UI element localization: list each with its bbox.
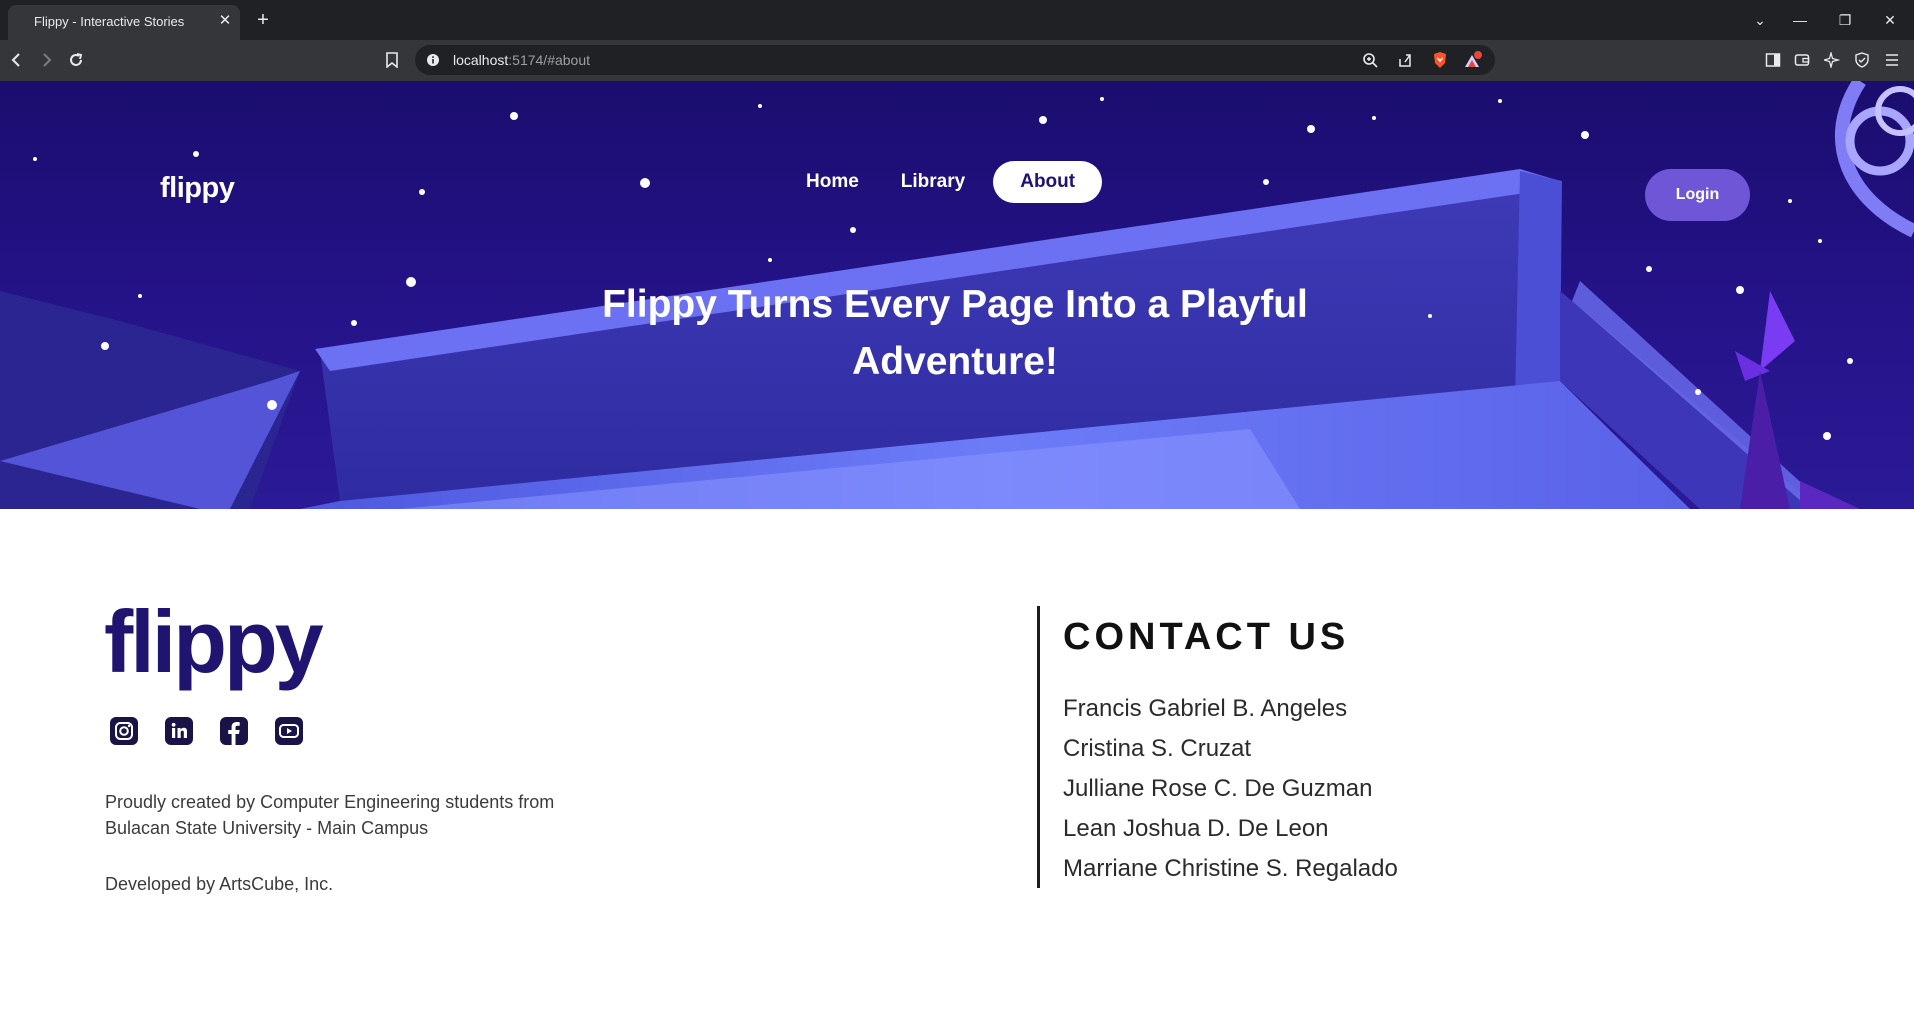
vpn-shield-icon[interactable] bbox=[1850, 48, 1874, 72]
restore-button[interactable]: ❐ bbox=[1831, 8, 1859, 32]
footer: flippy Proudly created by Computer Engin… bbox=[0, 509, 1914, 1011]
tab-close-icon[interactable]: ✕ bbox=[215, 11, 235, 31]
hero-section: flippy Home Library About Login Flippy T… bbox=[0, 81, 1914, 509]
menu-icon[interactable] bbox=[1880, 48, 1904, 72]
youtube-icon[interactable] bbox=[275, 717, 303, 745]
minimize-button[interactable]: — bbox=[1786, 8, 1814, 32]
contact-list: Francis Gabriel B. Angeles Cristina S. C… bbox=[1063, 689, 1398, 889]
site-info-icon[interactable] bbox=[423, 50, 443, 70]
nav-about[interactable]: About bbox=[993, 161, 1103, 203]
footer-divider bbox=[1037, 606, 1040, 888]
contact-item: Cristina S. Cruzat bbox=[1063, 735, 1252, 762]
nav-library[interactable]: Library bbox=[887, 161, 979, 203]
footer-logo: flippy bbox=[104, 592, 324, 691]
url-text: localhost:5174/#about bbox=[453, 52, 591, 68]
contact-item: Julliane Rose C. De Guzman bbox=[1063, 775, 1373, 802]
contact-item: Lean Joshua D. De Leon bbox=[1063, 815, 1329, 842]
share-icon[interactable] bbox=[1395, 50, 1415, 70]
browser-tab[interactable]: Flippy - Interactive Stories ✕ bbox=[8, 5, 240, 40]
browser-toolbar: localhost:5174/#about bbox=[0, 40, 1914, 81]
facebook-icon[interactable] bbox=[220, 717, 248, 745]
hero-title: Flippy Turns Every Page Into a Playful A… bbox=[555, 276, 1355, 390]
hero-title-line-1: Flippy Turns Every Page Into a Playful bbox=[602, 283, 1308, 326]
credit-line-1: Proudly created by Computer Engineering … bbox=[105, 792, 555, 812]
contact-item: Marriane Christine S. Regalado bbox=[1063, 855, 1398, 882]
sidebar-toggle-icon[interactable] bbox=[1761, 48, 1785, 72]
address-bar[interactable]: localhost:5174/#about bbox=[415, 45, 1495, 75]
wallet-icon[interactable] bbox=[1790, 48, 1814, 72]
tab-search-chevron-icon[interactable]: ⌄ bbox=[1746, 8, 1774, 32]
login-button[interactable]: Login bbox=[1645, 169, 1750, 221]
hero-title-line-2: Adventure! bbox=[852, 340, 1058, 383]
social-links bbox=[110, 717, 303, 745]
new-tab-button[interactable]: + bbox=[251, 8, 275, 32]
window-close-button[interactable]: ✕ bbox=[1876, 8, 1904, 32]
linkedin-icon[interactable] bbox=[165, 717, 193, 745]
brave-rewards-icon[interactable] bbox=[1463, 50, 1483, 70]
contact-item: Francis Gabriel B. Angeles bbox=[1063, 695, 1348, 722]
reload-icon[interactable] bbox=[64, 48, 88, 72]
main-nav: Home Library About bbox=[792, 160, 1103, 204]
instagram-icon[interactable] bbox=[110, 717, 138, 745]
footer-developer: Developed by ArtsCube, Inc. bbox=[105, 874, 334, 894]
leo-ai-icon[interactable] bbox=[1820, 48, 1844, 72]
header-logo[interactable]: flippy bbox=[160, 172, 235, 205]
tab-title: Flippy - Interactive Stories bbox=[34, 14, 185, 29]
browser-tab-strip: Flippy - Interactive Stories ✕ + ⌄ — ❐ ✕ bbox=[0, 0, 1914, 40]
contact-title: CONTACT US bbox=[1063, 616, 1350, 658]
zoom-icon[interactable] bbox=[1360, 50, 1380, 70]
back-icon[interactable] bbox=[5, 48, 29, 72]
nav-home[interactable]: Home bbox=[792, 161, 873, 203]
brave-shields-icon[interactable] bbox=[1430, 50, 1450, 70]
footer-credit: Proudly created by Computer Engineering … bbox=[105, 789, 625, 841]
bookmark-icon[interactable] bbox=[380, 48, 404, 72]
credit-line-2: Bulacan State University - Main Campus bbox=[105, 818, 429, 838]
forward-icon[interactable] bbox=[34, 48, 58, 72]
